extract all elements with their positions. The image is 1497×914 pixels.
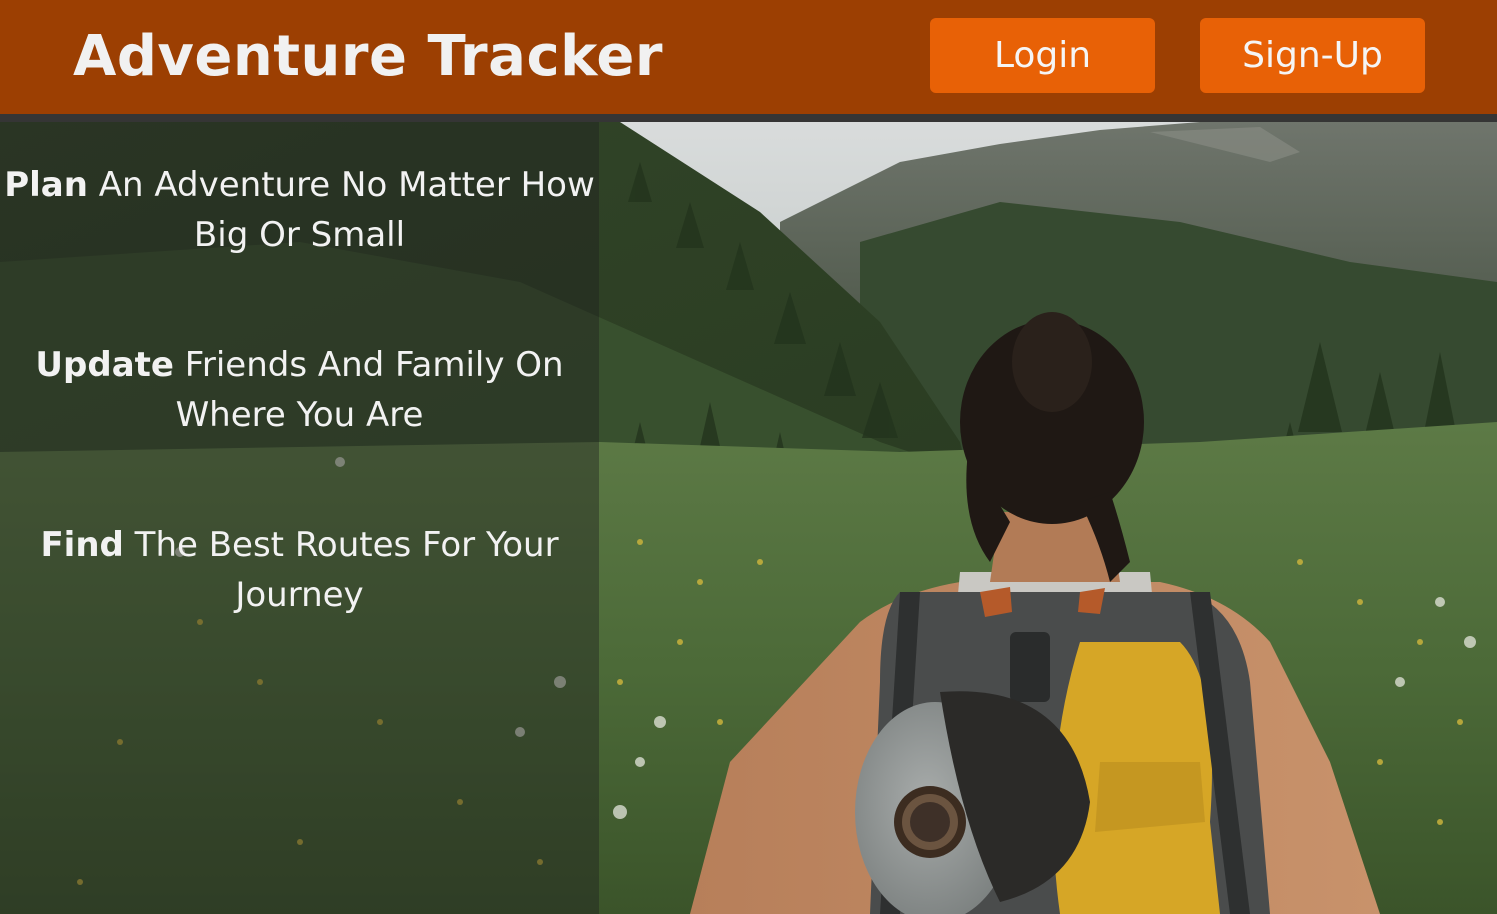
feature-update-keyword: Update (35, 345, 174, 385)
app-title: Adventure Tracker (73, 24, 663, 89)
hero-section: Plan An Adventure No Matter How Big Or S… (0, 122, 1497, 914)
feature-plan-text: An Adventure No Matter How Big Or Small (87, 165, 595, 255)
feature-update-text: Friends And Family On Where You Are (173, 345, 564, 435)
signup-button[interactable]: Sign-Up (1200, 18, 1425, 93)
feature-plan-keyword: Plan (4, 165, 88, 205)
feature-update: Update Friends And Family On Where You A… (0, 340, 599, 440)
feature-find: Find The Best Routes For Your Journey (0, 520, 599, 620)
top-navigation-bar: Adventure Tracker Login Sign-Up (0, 0, 1497, 114)
login-button[interactable]: Login (930, 18, 1155, 93)
feature-find-text: The Best Routes For Your Journey (123, 525, 559, 615)
feature-find-keyword: Find (40, 525, 124, 565)
feature-plan: Plan An Adventure No Matter How Big Or S… (0, 160, 599, 260)
header-divider (0, 114, 1497, 122)
features-panel: Plan An Adventure No Matter How Big Or S… (0, 122, 599, 914)
